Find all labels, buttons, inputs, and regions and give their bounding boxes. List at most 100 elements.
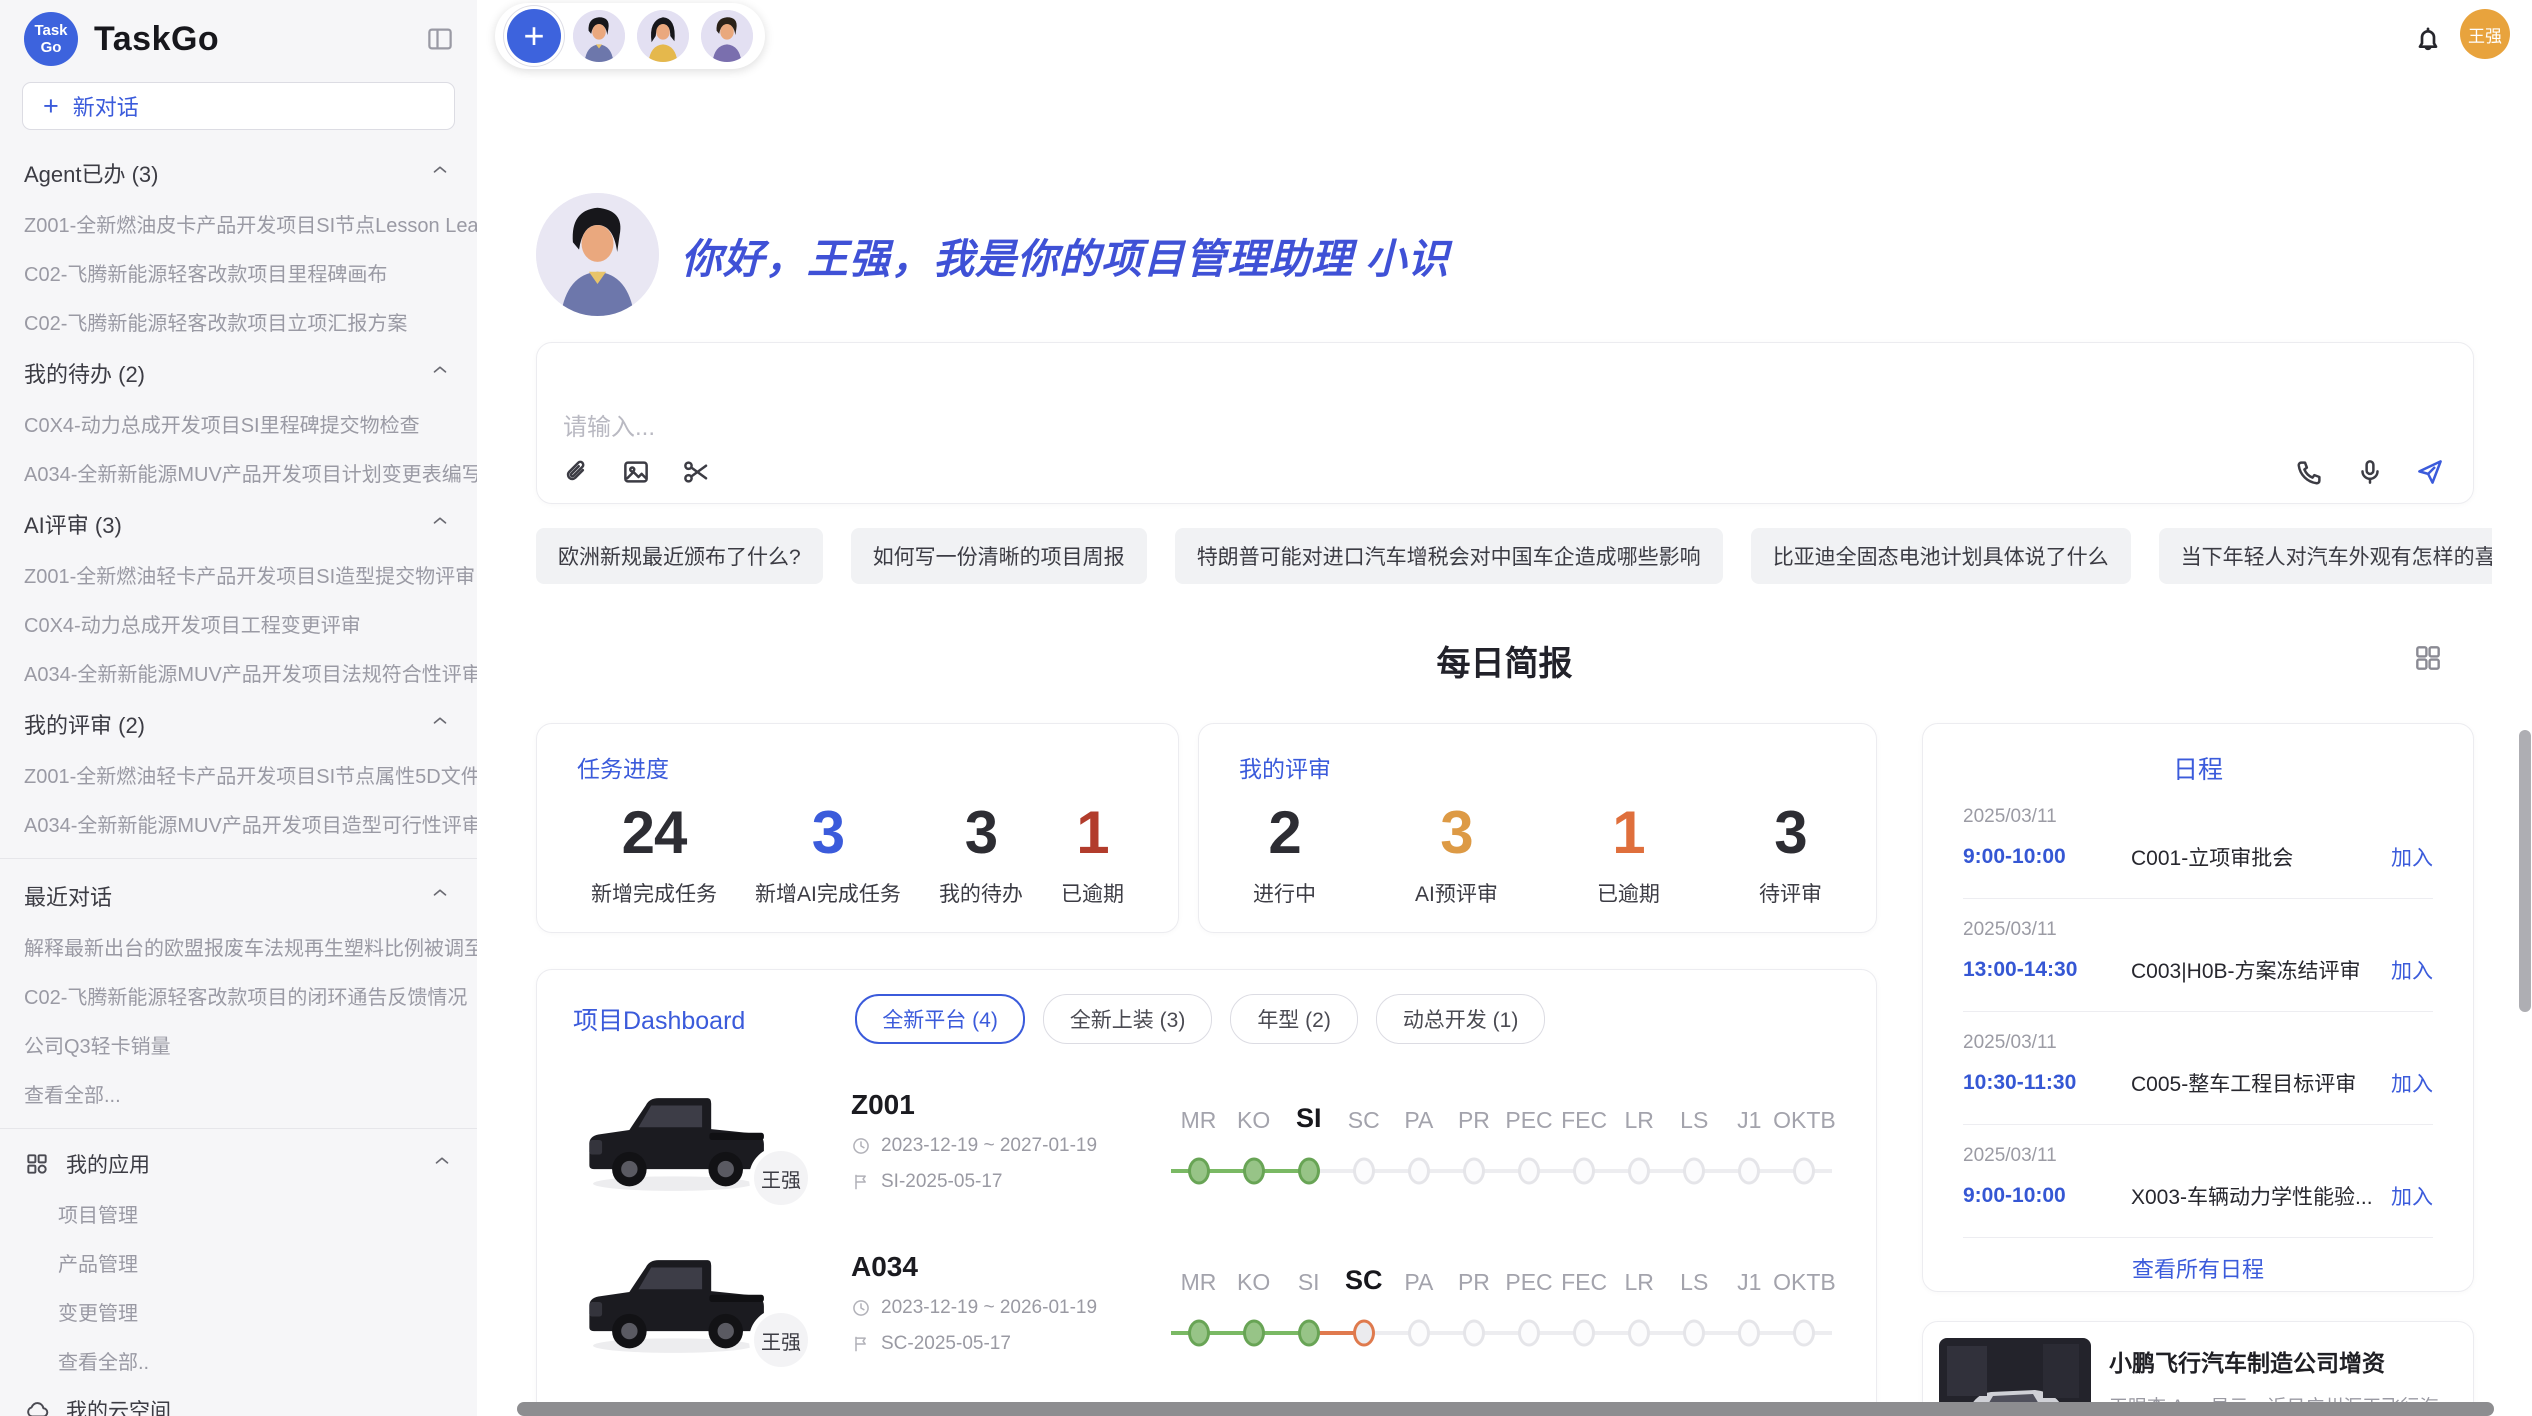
paperclip-icon[interactable] <box>561 457 591 487</box>
new-chat-button[interactable]: + 新对话 <box>22 82 455 130</box>
scissors-icon[interactable] <box>681 457 711 487</box>
list-item[interactable]: Z001-全新燃油轻卡产品开发项目SI节点属性5D文件评审 <box>0 750 477 799</box>
milestone-dot <box>1463 1320 1485 1347</box>
user-name: 王强 <box>2468 22 2502 47</box>
filter-year-model[interactable]: 年型 (2) <box>1230 994 1358 1044</box>
stat-label: 新增完成任务 <box>591 878 717 908</box>
app-item-change-mgmt[interactable]: 变更管理 <box>0 1287 477 1336</box>
layout-grid-icon[interactable] <box>2412 642 2444 679</box>
chevron-up-icon[interactable] <box>429 710 451 738</box>
list-item[interactable]: C0X4-动力总成开发项目工程变更评审 <box>0 599 477 648</box>
agent-avatar-1[interactable] <box>573 10 625 62</box>
list-item[interactable]: 公司Q3轻卡销量 <box>0 1020 477 1069</box>
chevron-up-icon[interactable] <box>431 1150 453 1178</box>
milestone-dot <box>1188 1158 1210 1185</box>
chevron-up-icon[interactable] <box>429 510 451 538</box>
milestone-dot <box>1353 1158 1375 1185</box>
section-ai-review[interactable]: AI评审 (3) <box>0 497 477 550</box>
send-icon[interactable] <box>2415 457 2445 487</box>
list-item[interactable]: A034-全新新能源MUV产品开发项目造型可行性评审 <box>0 799 477 848</box>
milestone-fec: FEC <box>1557 1258 1612 1348</box>
stat-label: 进行中 <box>1253 878 1316 908</box>
milestone-pec: PEC <box>1501 1258 1556 1348</box>
milestone-j1: J1 <box>1722 1096 1777 1186</box>
suggestion-chip[interactable]: 如何写一份清晰的项目周报 <box>851 528 1147 584</box>
user-avatar[interactable]: 王强 <box>2460 9 2510 59</box>
mic-icon[interactable] <box>2355 457 2385 487</box>
project-owner-badge: 王强 <box>749 1146 813 1210</box>
suggestion-chip[interactable]: 当下年轻人对汽车外观有怎样的喜好趋势 <box>2159 528 2492 584</box>
stat-label: 待评审 <box>1759 878 1822 908</box>
stat-value: 24 <box>591 800 717 866</box>
app-item-product-mgmt[interactable]: 产品管理 <box>0 1238 477 1287</box>
list-item[interactable]: Z001-全新燃油轻卡产品开发项目SI造型提交物评审 <box>0 550 477 599</box>
view-all-apps[interactable]: 查看全部.. <box>0 1336 477 1385</box>
milestone-j1: J1 <box>1722 1258 1777 1348</box>
section-my-apps[interactable]: 我的应用 <box>0 1139 477 1189</box>
filter-new-platform[interactable]: 全新平台 (4) <box>855 994 1025 1044</box>
milestone-oktb: OKTB <box>1777 1096 1832 1186</box>
sidebar-item-cloud-space[interactable]: 我的云空间 <box>0 1385 477 1416</box>
list-item[interactable]: C0X4-动力总成开发项目SI里程碑提交物检查 <box>0 399 477 448</box>
app-item-project-mgmt[interactable]: 项目管理 <box>0 1189 477 1238</box>
agent-avatar-3[interactable] <box>701 10 753 62</box>
list-item[interactable]: C02-飞腾新能源轻客改款项目里程碑画布 <box>0 248 477 297</box>
chevron-up-icon[interactable] <box>429 359 451 387</box>
section-my-todo[interactable]: 我的待办 (2) <box>0 346 477 399</box>
list-item[interactable]: 解释最新出台的欧盟报废车法规再生塑料比例被调至15%... <box>0 922 477 971</box>
list-item[interactable]: C02-飞腾新能源轻客改款项目立项汇报方案 <box>0 297 477 346</box>
stat-overdue: 1 已逾期 <box>1061 800 1124 908</box>
stat-overdue: 1 已逾期 <box>1597 800 1660 908</box>
suggestion-chip[interactable]: 特朗普可能对进口汽车增税会对中国车企造成哪些影响 <box>1175 528 1723 584</box>
milestone-label: FEC <box>1561 1258 1607 1296</box>
view-all-schedule-link[interactable]: 查看所有日程 <box>1923 1252 2473 1284</box>
schedule-name: C003|H0B-方案冻结评审 <box>2131 955 2391 985</box>
list-item[interactable]: A034-全新新能源MUV产品开发项目法规符合性评审 <box>0 648 477 697</box>
stat-in-progress: 2 进行中 <box>1253 800 1316 908</box>
milestone-label: PA <box>1404 1258 1433 1296</box>
add-agent-button[interactable]: + <box>507 9 561 63</box>
chat-input[interactable]: 请输入... <box>563 407 655 442</box>
image-icon[interactable] <box>621 457 651 487</box>
suggestion-chip[interactable]: 欧洲新规最近颁布了什么? <box>536 528 823 584</box>
notifications-bell-icon[interactable] <box>2412 24 2444 61</box>
flag-icon <box>851 1172 871 1192</box>
milestone-fec: FEC <box>1557 1096 1612 1186</box>
vertical-scrollbar[interactable] <box>2519 730 2531 1012</box>
join-link[interactable]: 加入 <box>2391 1068 2433 1098</box>
phone-icon[interactable] <box>2295 457 2325 487</box>
project-row[interactable]: 王强 A034 2023-12-19 ~ 2026-01-19 SC-2025-… <box>573 1238 1840 1368</box>
sidebar-collapse-icon[interactable] <box>425 24 455 54</box>
list-item[interactable]: A034-全新新能源MUV产品开发项目计划变更表编写 <box>0 448 477 497</box>
view-all-recent[interactable]: 查看全部... <box>0 1069 477 1118</box>
section-agent-done[interactable]: Agent已办 (3) <box>0 146 477 199</box>
plus-icon: + <box>43 93 59 120</box>
milestone-label: LR <box>1624 1258 1653 1296</box>
suggestion-chip[interactable]: 比亚迪全固态电池计划具体说了什么 <box>1751 528 2131 584</box>
section-recent-chats[interactable]: 最近对话 <box>0 869 477 922</box>
chevron-up-icon[interactable] <box>429 882 451 910</box>
list-item[interactable]: C02-飞腾新能源轻客改款项目的闭环通告反馈情况 <box>0 971 477 1020</box>
milestone-label: J1 <box>1737 1096 1761 1134</box>
project-row[interactable]: 王强 Z001 2023-12-19 ~ 2027-01-19 SI-2025-… <box>573 1076 1840 1206</box>
app-logo: Task Go <box>24 12 78 66</box>
milestone-label: OKTB <box>1773 1258 1836 1296</box>
milestone-dot <box>1573 1158 1595 1185</box>
chevron-up-icon[interactable] <box>429 159 451 187</box>
join-link[interactable]: 加入 <box>2391 955 2433 985</box>
milestone-ls: LS <box>1667 1096 1722 1186</box>
join-link[interactable]: 加入 <box>2391 1181 2433 1211</box>
filter-new-body[interactable]: 全新上装 (3) <box>1043 994 1213 1044</box>
chat-composer[interactable]: 请输入... <box>536 342 2474 504</box>
list-item[interactable]: Z001-全新燃油皮卡产品开发项目SI节点Lesson Learn报告 <box>0 199 477 248</box>
horizontal-scrollbar[interactable] <box>517 1402 2494 1416</box>
join-link[interactable]: 加入 <box>2391 842 2433 872</box>
agent-avatar-2[interactable] <box>637 10 689 62</box>
milestone-mr: MR <box>1171 1258 1226 1348</box>
section-my-review[interactable]: 我的评审 (2) <box>0 697 477 750</box>
news-title: 小鹏飞行汽车制造公司增资 <box>2109 1344 2457 1378</box>
assistant-avatar <box>536 193 659 316</box>
stat-label: 我的待办 <box>939 878 1023 908</box>
milestone-label: PEC <box>1505 1258 1552 1296</box>
filter-powertrain[interactable]: 动总开发 (1) <box>1376 994 1546 1044</box>
